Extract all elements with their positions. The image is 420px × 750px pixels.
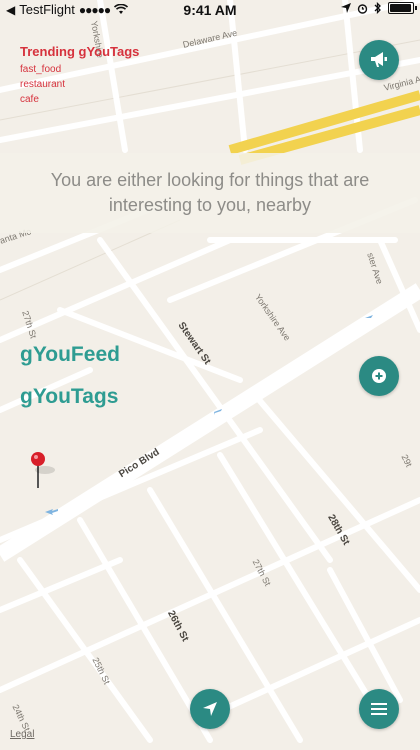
trending-panel: Trending gYouTags fast_food restaurant c… xyxy=(20,44,139,107)
battery-icon xyxy=(388,2,417,14)
menu-button[interactable] xyxy=(359,689,399,729)
trending-title: Trending gYouTags xyxy=(20,44,140,59)
alarm-icon xyxy=(357,3,368,14)
trending-tag[interactable]: cafe xyxy=(20,92,139,107)
megaphone-icon xyxy=(371,52,387,67)
map-view[interactable] xyxy=(0,0,420,750)
add-button[interactable] xyxy=(359,356,399,396)
info-banner: You are either looking for things that a… xyxy=(0,153,420,233)
trending-tag[interactable]: fast_food xyxy=(20,62,139,77)
trending-tag[interactable]: restaurant xyxy=(20,77,139,92)
hamburger-menu-icon xyxy=(371,703,387,715)
status-bar: ◀ TestFlight ●●●●● 9:41 AM xyxy=(0,0,420,20)
navigation-arrow-icon xyxy=(203,702,217,716)
legal-link[interactable]: Legal xyxy=(10,729,34,740)
locate-me-button[interactable] xyxy=(190,689,230,729)
plus-circle-icon xyxy=(372,369,386,383)
location-services-icon xyxy=(341,3,351,13)
banner-line-2: interesting to you, nearby xyxy=(108,195,312,215)
gyoufeed-link[interactable]: gYouFeed xyxy=(20,343,120,367)
announce-button[interactable] xyxy=(359,40,399,80)
banner-line-1: You are either looking for things that a… xyxy=(50,170,370,190)
gyoutags-link[interactable]: gYouTags xyxy=(20,385,118,409)
bluetooth-icon xyxy=(374,2,381,14)
